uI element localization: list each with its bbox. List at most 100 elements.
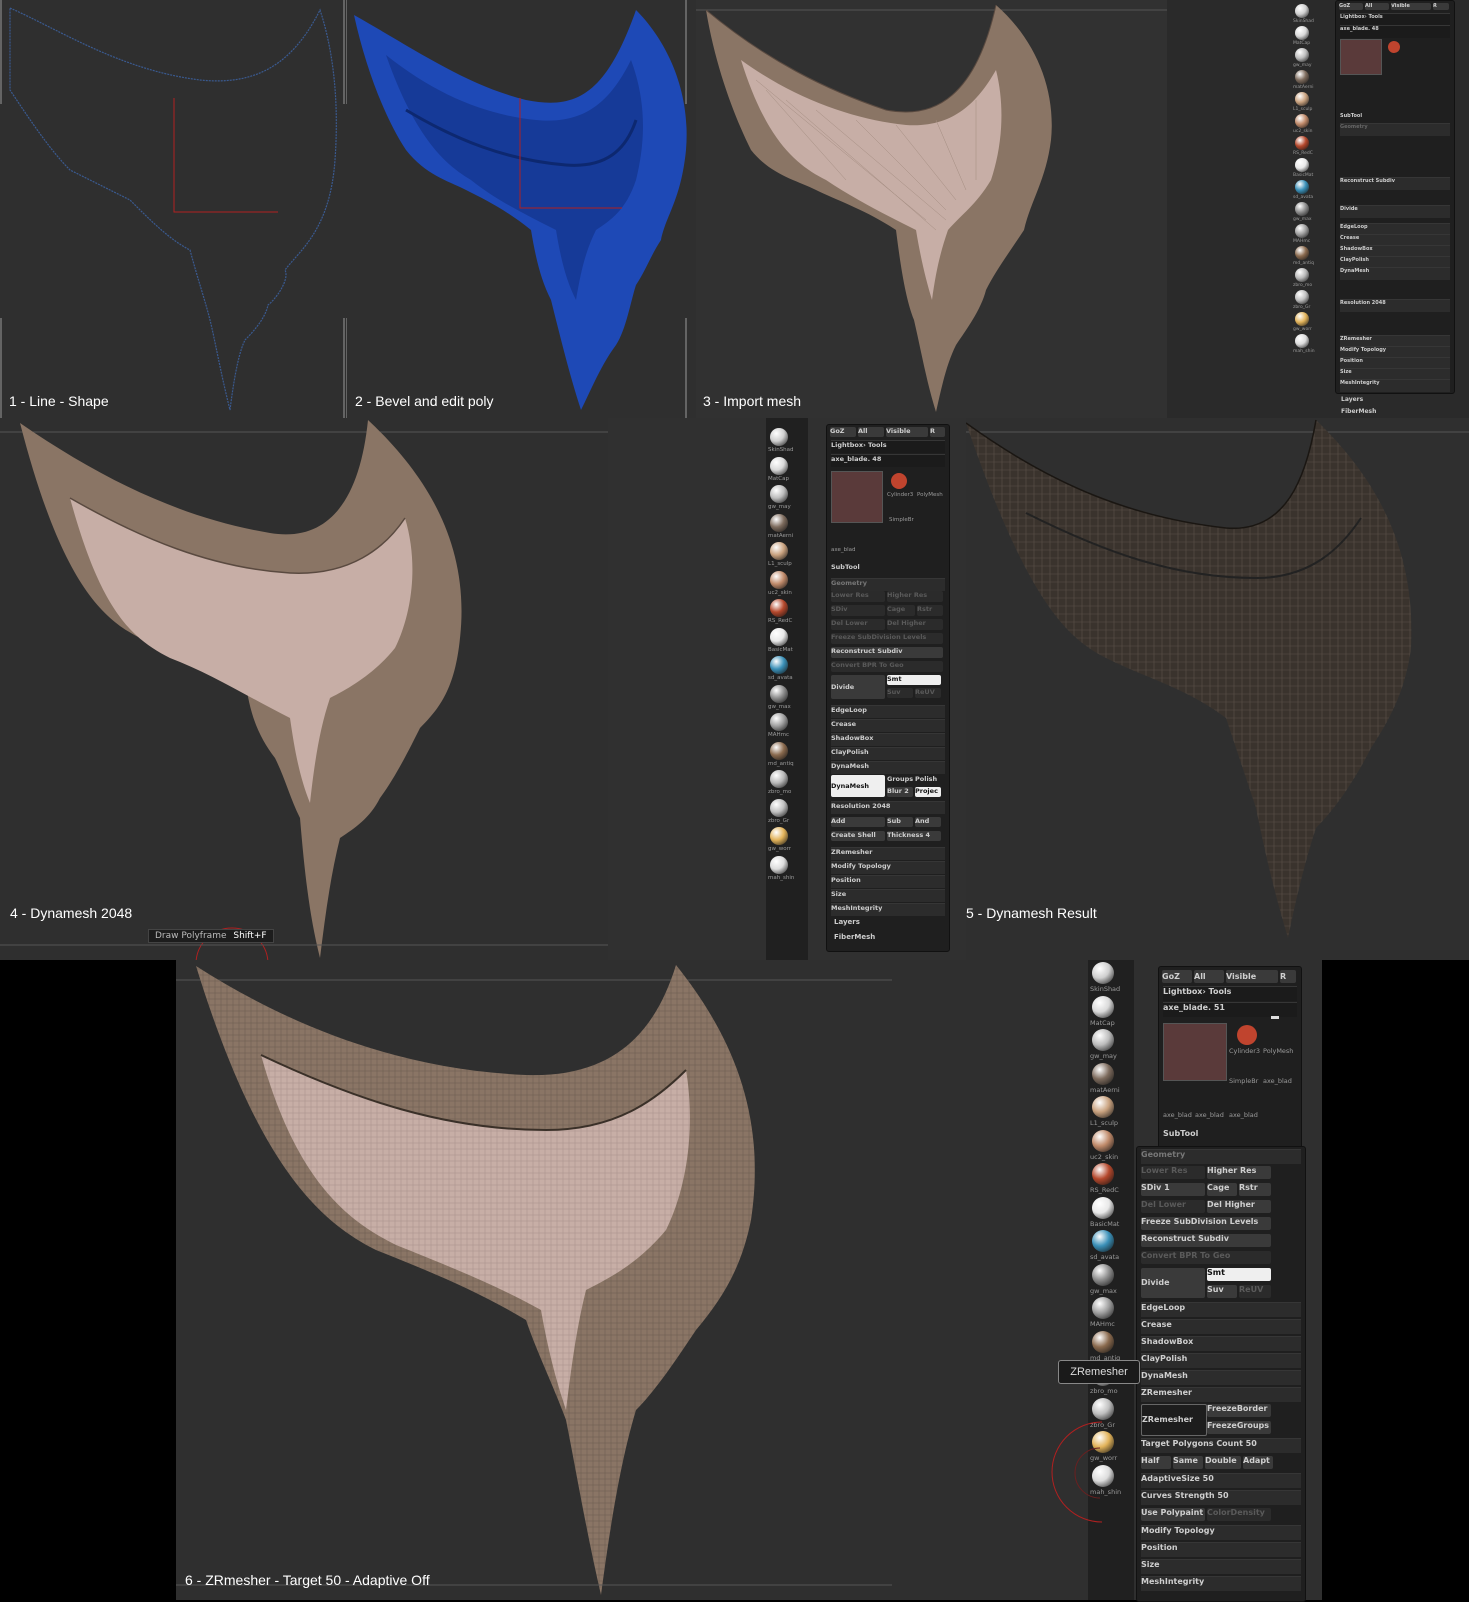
same-button[interactable]: Same [1173,1456,1203,1469]
meshintegrity-label[interactable]: MeshIntegrity [1340,379,1450,392]
material-gw-max-icon[interactable] [1295,202,1309,216]
material-md-antiq-icon[interactable] [1092,1330,1114,1353]
modify-topology-label[interactable]: Modify Topology [831,861,945,874]
material-gw-worr-icon[interactable] [1295,312,1309,326]
crease-label[interactable]: Crease [1141,1319,1301,1334]
material-gw-may-icon[interactable] [1092,1029,1114,1051]
lower-res-button[interactable]: Lower Res [831,591,885,602]
del-higher-button[interactable]: Del Higher [1207,1200,1271,1213]
material-skinshad-icon[interactable] [1092,962,1114,984]
thumb-axe-blade[interactable] [1163,1023,1227,1081]
material-sd-avata-icon[interactable] [1092,1230,1114,1252]
zremesher-section-label[interactable]: ZRemesher [1141,1387,1301,1402]
layers-label[interactable]: Layers [834,918,860,926]
convert-bpr-button[interactable]: Convert BPR To Geo [831,661,943,672]
visible-button[interactable]: Visible [886,427,928,437]
material-l1-sculp-icon[interactable] [770,542,788,560]
rstr-button[interactable]: Rstr [917,605,943,616]
polish-toggle[interactable]: Polish [915,775,941,785]
double-button[interactable]: Double [1205,1456,1241,1469]
visible-button[interactable]: Visible [1226,970,1278,983]
material-basicmat-icon[interactable] [1092,1196,1114,1219]
material-matcap-icon[interactable] [1092,995,1114,1018]
material-basicmat-icon[interactable] [1295,158,1309,172]
thumb-axe-blade[interactable] [831,471,883,523]
divide-button[interactable]: Divide [831,675,885,699]
material-sd-avata-icon[interactable] [770,656,788,674]
thumb-axe-blade[interactable] [1340,39,1382,75]
freeze-groups-toggle[interactable]: FreezeGroups [1207,1421,1271,1434]
all-button[interactable]: All [1365,3,1389,10]
fibermesh-label[interactable]: FiberMesh [1341,408,1376,415]
resolution-slider[interactable]: Resolution 2048 [831,801,945,814]
material-mataerni-icon[interactable] [770,513,788,532]
tool-slider-knob[interactable] [1271,1016,1279,1019]
claypolish-label[interactable]: ClayPolish [831,747,945,760]
add-button[interactable]: Add [831,817,885,827]
cylinder-thumb-icon[interactable] [891,473,907,489]
suv-toggle[interactable]: Suv [1207,1285,1237,1298]
create-shell-button[interactable]: Create Shell [831,831,885,841]
cylinder-thumb-icon[interactable] [1237,1025,1257,1045]
zremesher-button[interactable]: ZRemesher [1141,1404,1207,1436]
lower-res-button[interactable]: Lower Res [1141,1166,1205,1179]
rstr-button[interactable]: Rstr [1239,1183,1271,1196]
adapt-toggle[interactable]: Adapt [1243,1456,1273,1469]
material-l1-sculp-icon[interactable] [1092,1096,1114,1118]
material-rs-redc-icon[interactable] [770,599,788,617]
divide-label[interactable]: Divide [1340,205,1450,218]
shadowbox-label[interactable]: ShadowBox [1141,1336,1301,1351]
shadowbox-label[interactable]: ShadowBox [831,733,945,746]
color-density-slider[interactable]: ColorDensity [1207,1508,1271,1521]
position-label[interactable]: Position [1141,1542,1301,1557]
material-mahmc-icon[interactable] [1295,224,1309,238]
higher-res-button[interactable]: Higher Res [887,591,943,602]
adaptive-size-slider[interactable]: AdaptiveSize 50 [1141,1473,1301,1488]
geometry-label[interactable]: Geometry [1340,123,1450,136]
tool-name[interactable]: axe_blade. 48 [1340,25,1450,38]
all-button[interactable]: All [858,427,884,437]
cage-button[interactable]: Cage [887,605,915,616]
use-polypaint-toggle[interactable]: Use Polypaint [1141,1508,1205,1521]
material-gw-max-icon[interactable] [1092,1263,1114,1286]
material-gw-max-icon[interactable] [770,684,788,703]
del-higher-button[interactable]: Del Higher [887,619,943,630]
material-sd-avata-icon[interactable] [1295,180,1309,194]
material-mah-shin-icon[interactable] [1295,334,1309,348]
material-md-antiq-icon[interactable] [1295,246,1309,260]
goz-button[interactable]: GoZ [1339,3,1363,10]
material-uc2-skin-icon[interactable] [770,570,788,589]
size-label[interactable]: Size [831,889,945,902]
all-button[interactable]: All [1194,970,1224,983]
dynamesh-label[interactable]: DynaMesh [1340,267,1450,280]
and-button[interactable]: And [915,817,941,827]
reuv-button[interactable]: ReUV [1239,1285,1271,1298]
lightbox-tools[interactable]: Lightbox› Tools [1163,986,1297,1001]
edgeloop-label[interactable]: EdgeLoop [831,705,945,718]
material-mahmc-icon[interactable] [770,713,788,731]
divide-button[interactable]: Divide [1141,1268,1205,1298]
material-rs-redc-icon[interactable] [1092,1163,1114,1185]
r-button[interactable]: R [1280,970,1296,983]
zremesher-label[interactable]: ZRemesher [831,847,945,860]
layers-label[interactable]: Layers [1341,396,1363,403]
meshintegrity-label[interactable]: MeshIntegrity [1141,1576,1301,1591]
smt-toggle[interactable]: Smt [887,675,941,685]
subtool-label[interactable]: SubTool [831,563,945,575]
del-lower-button[interactable]: Del Lower [831,619,885,630]
material-gw-may-icon[interactable] [770,485,788,503]
del-lower-button[interactable]: Del Lower [1141,1200,1205,1213]
convert-bpr-button[interactable]: Convert BPR To Geo [1141,1251,1271,1264]
lightbox-tools[interactable]: Lightbox› Tools [831,440,945,453]
crease-label[interactable]: Crease [831,719,945,732]
cage-button[interactable]: Cage [1207,1183,1237,1196]
material-matcap-icon[interactable] [1295,26,1309,40]
material-zbro-mo-icon[interactable] [1295,268,1309,282]
freeze-border-toggle[interactable]: FreezeBorder [1207,1404,1271,1417]
material-md-antiq-icon[interactable] [770,741,788,760]
tool-name[interactable]: axe_blade. 51 [1163,1002,1297,1017]
material-uc2-skin-icon[interactable] [1295,114,1309,128]
reconstruct-subdiv[interactable]: Reconstruct Subdiv [1340,177,1450,190]
geometry-label[interactable]: Geometry [1141,1149,1301,1164]
material-zbro-gr-icon[interactable] [1092,1397,1114,1420]
